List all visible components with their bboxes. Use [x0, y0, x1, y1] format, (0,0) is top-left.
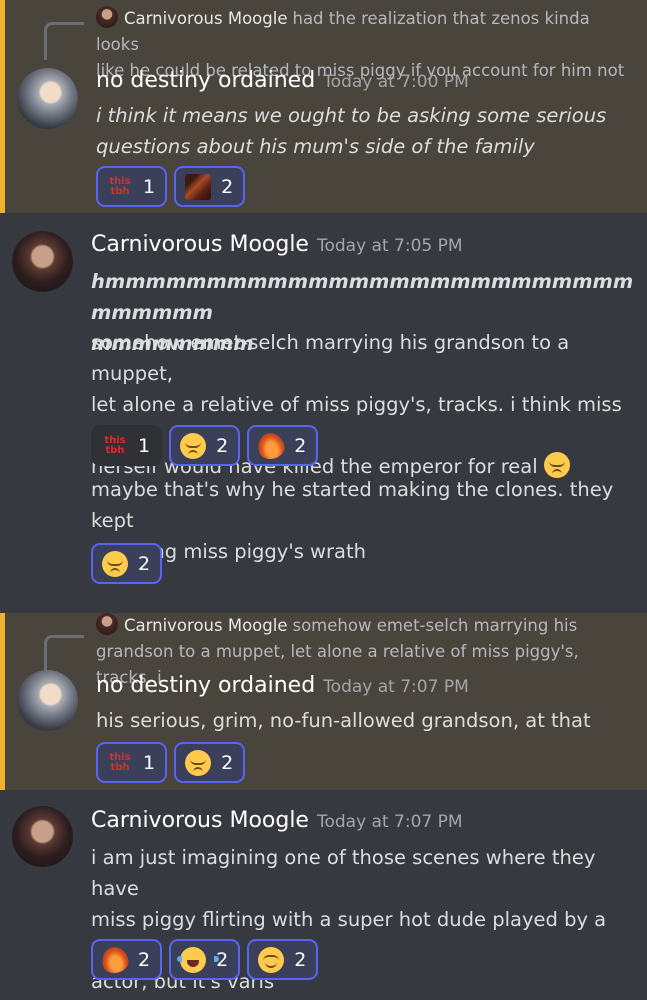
reaction-this-tbh[interactable]: this tbh 1: [91, 425, 163, 466]
reply-author[interactable]: Carnivorous Moogle: [124, 616, 287, 635]
pensive-emoji: [180, 432, 207, 459]
reaction-count: 2: [138, 552, 151, 575]
this-tbh-emoji: this tbh: [109, 751, 131, 773]
custom-image-emoji: [185, 173, 212, 200]
fire-emoji: [255, 429, 288, 462]
timestamp: Today at 7:07 PM: [323, 677, 469, 697]
reaction-fire[interactable]: 2: [247, 425, 319, 466]
avatar[interactable]: [17, 670, 78, 731]
message-line: suffering miss piggy's wrath: [91, 540, 366, 563]
author-name[interactable]: Carnivorous Moogle: [91, 808, 309, 833]
relieved-emoji: [258, 946, 285, 973]
reaction-count: 1: [143, 751, 156, 774]
reaction-count: 2: [294, 948, 307, 971]
reaction-pensive[interactable]: 2: [91, 543, 163, 584]
message-line: somehow emet-selch marrying his grandson…: [91, 331, 570, 385]
reactions-bar: 2: [91, 543, 163, 584]
avatar[interactable]: [17, 68, 78, 129]
this-tbh-emoji: this tbh: [109, 175, 131, 197]
message-header: no destiny ordained Today at 7:00 PM: [96, 68, 469, 93]
reactions-bar: this tbh 1 2: [96, 742, 246, 783]
reactions-bar: this tbh 1 2 2: [91, 425, 319, 466]
fire-emoji: [99, 943, 131, 976]
message-header: Carnivorous Moogle Today at 7:07 PM: [91, 808, 463, 833]
reaction-count: 1: [138, 434, 151, 457]
message-line: maybe that's why he started making the c…: [91, 478, 614, 532]
reaction-count: 1: [143, 175, 156, 198]
message-line: i am just imagining one of those scenes …: [91, 846, 596, 900]
pensive-emoji: [102, 550, 128, 577]
avatar[interactable]: [12, 806, 73, 867]
reactions-bar: this tbh 1 2: [96, 166, 246, 207]
reply-spine: [44, 635, 84, 673]
message-header: no destiny ordained Today at 7:07 PM: [96, 673, 469, 698]
this-tbh-emoji: this tbh: [104, 434, 126, 456]
reaction-count: 2: [216, 434, 229, 457]
reaction-this-tbh[interactable]: this tbh 1: [96, 166, 168, 207]
message-content: i think it means we ought to be asking s…: [96, 100, 641, 162]
author-name[interactable]: no destiny ordained: [96, 673, 315, 698]
message-1[interactable]: Carnivorous Moogle had the realization th…: [0, 0, 647, 213]
message-4[interactable]: Carnivorous Moogle Today at 7:07 PM i am …: [0, 790, 647, 1000]
author-name[interactable]: no destiny ordained: [96, 68, 315, 93]
message-followup: maybe that's why he started making the c…: [91, 474, 636, 567]
author-name[interactable]: Carnivorous Moogle: [91, 232, 309, 257]
reply-spine: [44, 22, 84, 60]
message-line: hmmmmmmmmmmmmmmmmmmmmmmmmmmmmmmmm: [91, 270, 634, 324]
reaction-custom-image[interactable]: 2: [174, 166, 246, 207]
message-line: i think it means we ought to be asking s…: [96, 104, 607, 127]
reply-avatar: [96, 613, 118, 635]
reaction-pensive[interactable]: 2: [169, 425, 241, 466]
reaction-count: 2: [294, 434, 307, 457]
message-2[interactable]: Carnivorous Moogle Today at 7:05 PM hmmmm…: [0, 213, 647, 610]
message-3[interactable]: Carnivorous Moogle somehow emet-selch mar…: [0, 613, 647, 790]
message-line: questions about his mum's side of the fa…: [96, 135, 535, 158]
timestamp: Today at 7:07 PM: [316, 812, 463, 832]
reaction-pensive[interactable]: 2: [174, 742, 246, 783]
avatar[interactable]: [12, 231, 73, 292]
reaction-count: 2: [221, 751, 234, 774]
reaction-fire[interactable]: 2: [91, 939, 163, 980]
reply-avatar: [96, 6, 118, 28]
reaction-count: 2: [221, 175, 234, 198]
reaction-count: 2: [138, 948, 151, 971]
reaction-relieved[interactable]: 2: [247, 939, 319, 980]
timestamp: Today at 7:05 PM: [316, 236, 463, 256]
message-header: Carnivorous Moogle Today at 7:05 PM: [91, 232, 463, 257]
reactions-bar: 2 2 2: [91, 939, 319, 980]
joy-emoji: [177, 946, 220, 973]
reaction-this-tbh[interactable]: this tbh 1: [96, 742, 168, 783]
message-content: his serious, grim, no-fun-allowed grands…: [96, 705, 641, 736]
timestamp: Today at 7:00 PM: [323, 72, 469, 92]
reaction-joy[interactable]: 2: [169, 939, 241, 980]
reply-text: somehow emet-selch marrying his: [292, 616, 578, 635]
reply-author[interactable]: Carnivorous Moogle: [124, 9, 287, 28]
pensive-emoji: [185, 749, 212, 776]
message-line: his serious, grim, no-fun-allowed grands…: [96, 709, 591, 732]
